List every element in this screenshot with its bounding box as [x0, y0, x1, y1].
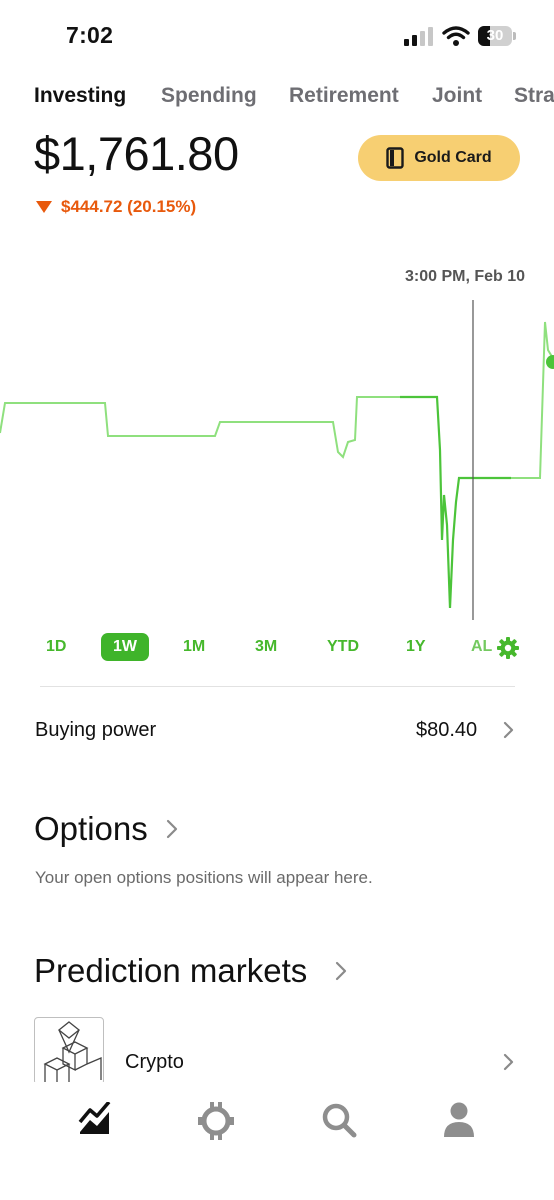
portfolio-line	[400, 395, 511, 609]
range-all[interactable]: AL	[471, 638, 492, 656]
bottom-navigation	[0, 1082, 554, 1200]
portfolio-line-recent	[511, 321, 554, 479]
crypto-icon[interactable]	[198, 1102, 234, 1140]
range-1d[interactable]: 1D	[46, 638, 66, 656]
prediction-markets-title[interactable]: Prediction markets	[34, 952, 307, 990]
card-icon	[386, 147, 405, 169]
crypto-thumbnail	[34, 1017, 104, 1085]
chevron-right-icon[interactable]	[335, 961, 347, 981]
down-arrow-icon	[36, 201, 52, 213]
options-title[interactable]: Options	[34, 810, 148, 848]
tab-spending[interactable]: Spending	[161, 84, 257, 108]
battery-icon: 30	[478, 26, 516, 46]
crypto-illustration-icon	[43, 1021, 102, 1084]
buying-power-label: Buying power	[35, 719, 157, 741]
portfolio-change-value: $444.72 (20.15%)	[61, 197, 197, 216]
portfolio-line-dim	[0, 396, 437, 459]
tab-investing[interactable]: Investing	[34, 84, 126, 108]
range-1w[interactable]: 1W	[101, 633, 149, 661]
gold-card-button[interactable]: Gold Card	[358, 135, 520, 181]
range-1m[interactable]: 1M	[183, 638, 205, 656]
chart-hover-time: 3:00 PM, Feb 10	[405, 268, 526, 285]
wifi-icon	[442, 26, 470, 46]
range-ytd[interactable]: YTD	[327, 638, 359, 656]
range-3m[interactable]: 3M	[255, 638, 277, 656]
battery-level: 30	[486, 27, 504, 44]
tab-strategies[interactable]: Stra	[514, 84, 554, 108]
chart-icon[interactable]	[78, 1102, 112, 1136]
search-icon[interactable]	[321, 1102, 357, 1138]
chevron-right-icon	[503, 1053, 514, 1071]
account-icon[interactable]	[443, 1102, 475, 1138]
chevron-right-icon	[503, 721, 514, 739]
gold-card-label: Gold Card	[414, 149, 492, 166]
gear-icon[interactable]	[497, 637, 519, 659]
chart-end-dot	[546, 355, 554, 369]
status-time: 7:02	[66, 22, 114, 48]
options-empty-message: Your open options positions will appear …	[35, 868, 373, 887]
tab-retirement[interactable]: Retirement	[289, 84, 399, 108]
tab-joint[interactable]: Joint	[432, 84, 482, 108]
crypto-market-label: Crypto	[125, 1051, 184, 1073]
portfolio-balance: $1,761.80	[34, 127, 239, 180]
buying-power-value: $80.40	[416, 719, 478, 741]
cellular-signal-icon	[404, 27, 433, 46]
divider	[40, 686, 515, 687]
portfolio-change: $444.72 (20.15%)	[36, 197, 196, 217]
portfolio-chart[interactable]	[0, 290, 554, 620]
chevron-right-icon[interactable]	[166, 819, 178, 839]
range-1y[interactable]: 1Y	[406, 638, 426, 656]
